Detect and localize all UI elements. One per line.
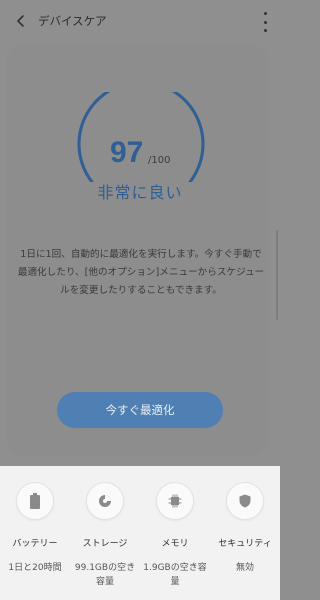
score-max: /100 bbox=[148, 155, 171, 166]
page-title: デバイスケア bbox=[38, 14, 107, 28]
more-vert-icon[interactable] bbox=[260, 12, 270, 32]
score-value: 97 bbox=[110, 136, 144, 169]
app-header: デバイスケア bbox=[0, 0, 280, 44]
security-item[interactable]: セキュリティ 無効 bbox=[210, 482, 280, 589]
storage-label: ストレージ bbox=[82, 539, 128, 549]
security-value: 無効 bbox=[235, 563, 254, 573]
memory-label: メモリ bbox=[161, 539, 189, 549]
battery-label: バッテリー bbox=[12, 539, 58, 549]
battery-value: 1日と20時間 bbox=[8, 563, 62, 573]
status-text: 非常に良い bbox=[97, 183, 183, 202]
security-label: セキュリティ bbox=[218, 539, 272, 549]
storage-item[interactable]: ストレージ 99.1GBの空き容量 bbox=[70, 482, 140, 589]
optimize-now-button[interactable]: 今すぐ最適化 bbox=[57, 392, 223, 428]
memory-value: 1.9GBの空き容量 bbox=[143, 563, 207, 587]
memory-chip-icon bbox=[156, 482, 194, 520]
storage-value: 99.1GBの空き容量 bbox=[74, 563, 136, 587]
back-arrow-icon[interactable] bbox=[10, 10, 32, 32]
bottom-panel: バッテリー 1日と20時間 ストレージ 99.1GBの空き容量 メモリ 1.9G… bbox=[0, 466, 280, 600]
scrollbar[interactable] bbox=[276, 230, 278, 320]
battery-icon bbox=[16, 482, 54, 520]
storage-pie-icon bbox=[86, 482, 124, 520]
description-text: 1日に1回、自動的に最適化を実行します。今すぐ手動で最適化したり、[他のオプショ… bbox=[17, 249, 265, 296]
battery-item[interactable]: バッテリー 1日と20時間 bbox=[0, 482, 70, 589]
memory-item[interactable]: メモリ 1.9GBの空き容量 bbox=[140, 482, 210, 589]
shield-icon bbox=[226, 482, 264, 520]
